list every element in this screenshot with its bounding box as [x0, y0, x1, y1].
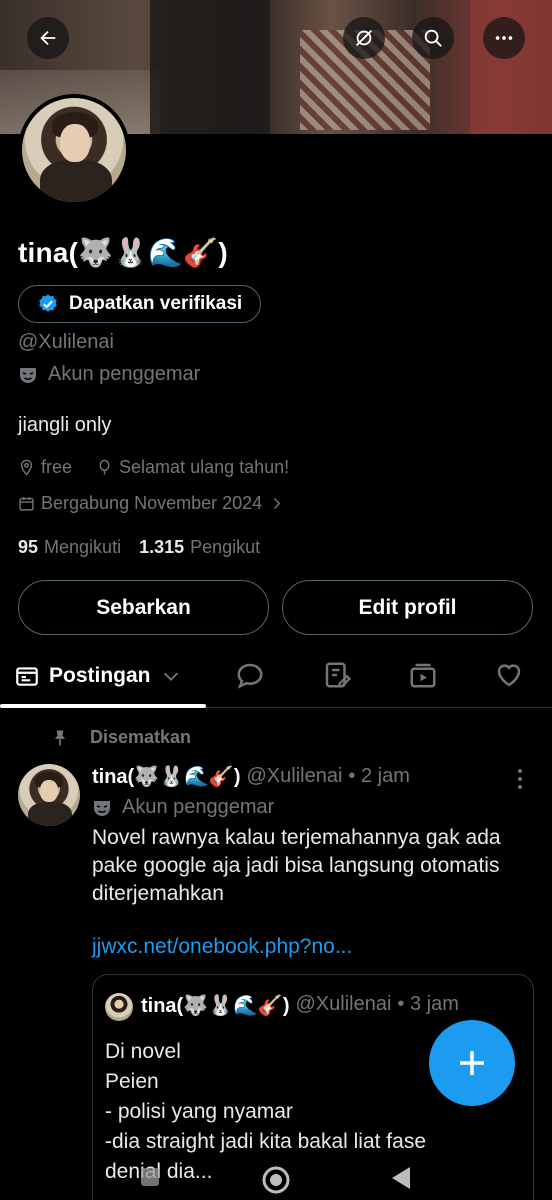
likes-icon	[497, 664, 521, 687]
tab-replies[interactable]	[235, 660, 265, 690]
location-label: free	[41, 457, 73, 477]
grok-button[interactable]	[343, 17, 385, 59]
post-author-handle[interactable]: @Xulilenai	[247, 765, 343, 788]
active-tab-indicator	[0, 704, 206, 708]
post-header: tina(🐺🐰🌊🎸) @Xulilenai • 2 jam	[92, 764, 410, 789]
tab-likes[interactable]	[494, 660, 524, 690]
media-icon	[410, 663, 436, 688]
compose-button[interactable]	[429, 1020, 515, 1106]
verified-badge-icon	[39, 294, 57, 312]
more-horizontal-icon	[495, 36, 513, 40]
tab-media[interactable]	[408, 660, 438, 690]
chevron-right-icon	[274, 498, 281, 509]
followers-link[interactable]: 1.315 Pengikut	[139, 537, 260, 558]
quote-header: tina(🐺🐰🌊🎸) @Xulilenai • 3 jam	[141, 993, 459, 1018]
tab-posts[interactable]: Postingan	[14, 646, 182, 706]
home-icon[interactable]	[260, 1164, 292, 1196]
theater-mask-icon	[20, 367, 36, 383]
account-type-label: Akun penggemar	[48, 363, 201, 385]
quote-avatar	[105, 993, 133, 1021]
get-verified-label: Dapatkan verifikasi	[69, 293, 243, 314]
profile-bio: jiangli only	[18, 414, 112, 436]
balloon-icon	[99, 459, 110, 475]
back-button[interactable]	[27, 17, 69, 59]
more-button[interactable]	[483, 17, 525, 59]
following-link[interactable]: 95 Mengikuti	[18, 537, 121, 558]
followers-count: 1.315	[139, 537, 185, 557]
post-account-type: Akun penggemar	[92, 796, 274, 819]
joined-date[interactable]: Bergabung November 2024	[18, 493, 285, 514]
followers-label: Pengikut	[190, 537, 261, 557]
post-time: • 2 jam	[348, 765, 410, 787]
system-nav-bar	[0, 1156, 552, 1200]
share-button[interactable]: Sebarkan	[18, 580, 269, 635]
following-label: Mengikuti	[44, 537, 122, 557]
back-nav-icon[interactable]	[388, 1164, 414, 1192]
location-pin-icon	[20, 459, 33, 476]
reply-icon	[237, 663, 263, 689]
theater-mask-icon	[94, 800, 110, 816]
pin-icon	[55, 730, 65, 745]
highlights-icon	[325, 662, 352, 688]
following-count: 95	[18, 537, 39, 557]
quote-author-handle: @Xulilenai	[295, 993, 392, 1015]
tab-highlights[interactable]	[322, 660, 352, 690]
edit-profile-button[interactable]: Edit profil	[282, 580, 533, 635]
recent-apps-icon[interactable]	[138, 1164, 162, 1190]
post-link[interactable]: jjwxc.net/onebook.php?no...	[92, 935, 352, 959]
grok-icon	[356, 30, 372, 46]
get-verified-button[interactable]: Dapatkan verifikasi	[18, 285, 262, 323]
joined-label: Bergabung November 2024	[41, 493, 263, 513]
plus-icon	[460, 1051, 484, 1075]
search-icon	[424, 29, 442, 47]
post-avatar[interactable]	[18, 764, 80, 826]
birthday-label: Selamat ulang tahun!	[119, 457, 290, 477]
post-author-name[interactable]: tina(🐺🐰🌊🎸)	[92, 764, 241, 789]
post-text: Novel rawnya kalau terjemahannya gak ada…	[92, 826, 501, 905]
profile-name: tina(🐺🐰🌊🎸)	[18, 237, 228, 268]
birthday: Selamat ulang tahun!	[96, 457, 289, 478]
profile-tabs: Postingan	[0, 646, 552, 708]
calendar-icon	[19, 497, 34, 511]
pinned-label: Disematkan	[90, 727, 192, 747]
tab-posts-label: Postingan	[49, 664, 151, 687]
edit-profile-label: Edit profil	[358, 595, 457, 619]
quote-author-name: tina(🐺🐰🌊🎸)	[141, 995, 290, 1017]
account-type: Akun penggemar	[18, 363, 200, 386]
search-button[interactable]	[412, 17, 454, 59]
arrow-left-icon	[40, 30, 56, 46]
posts-list-icon	[16, 667, 38, 686]
more-vertical-icon[interactable]	[510, 768, 530, 790]
share-label: Sebarkan	[96, 595, 191, 619]
pinned-indicator: Disematkan	[50, 727, 191, 748]
chevron-down-icon	[163, 672, 178, 681]
profile-handle: @Xulilenai	[18, 331, 114, 353]
follow-stats: 95 Mengikuti 1.315 Pengikut	[18, 537, 260, 558]
avatar[interactable]	[18, 94, 130, 206]
profile-meta: free Selamat ulang tahun!	[18, 457, 313, 478]
quote-time: • 3 jam	[397, 993, 459, 1015]
location: free	[18, 457, 72, 478]
post-account-type-label: Akun penggemar	[122, 796, 275, 818]
